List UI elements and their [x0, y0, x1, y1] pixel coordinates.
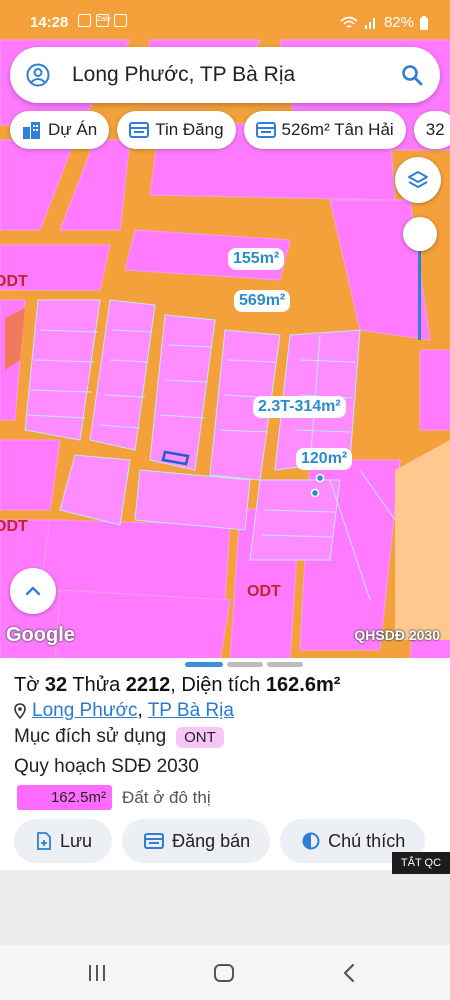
- land-use-purpose: Mục đích sử dụng ONT: [14, 726, 224, 748]
- ad-area: [0, 870, 450, 945]
- system-icons: 82%: [340, 14, 428, 31]
- status-bar: 14:28 Zalo 82%: [0, 0, 450, 46]
- parcel-area: 162.6m²: [265, 674, 341, 696]
- location-separator: ,: [137, 700, 143, 721]
- expand-panel-button[interactable]: [10, 568, 56, 614]
- title-prefix: Tờ: [14, 674, 40, 696]
- chevron-up-icon: [25, 586, 41, 596]
- back-icon[interactable]: [342, 963, 356, 983]
- parcel-area-label[interactable]: 155m²: [228, 248, 285, 270]
- list-icon: [129, 122, 150, 138]
- planning-label: Quy hoạch SDĐ 2030: [14, 756, 199, 777]
- gallery-icon: [78, 14, 91, 27]
- battery-percent: 82%: [383, 14, 414, 31]
- recents-icon[interactable]: [87, 964, 107, 982]
- chip-label: Dự Án: [48, 120, 98, 139]
- legend-swatch: 162.5m²: [17, 785, 112, 810]
- notification-icons: Zalo: [78, 14, 127, 27]
- save-label: Lưu: [60, 830, 93, 851]
- page-dot[interactable]: [267, 662, 303, 667]
- ward-link[interactable]: Long Phước: [32, 700, 137, 721]
- chip-more[interactable]: 32: [413, 111, 450, 149]
- purpose-code-badge: ONT: [176, 726, 224, 748]
- chip-label: 526m² Tân Hải: [281, 120, 394, 139]
- overlay-name: QHSDĐ 2030: [354, 627, 440, 643]
- parcel-location: Long Phước, TP Bà Rịa: [14, 700, 234, 722]
- opacity-slider-track[interactable]: [418, 240, 421, 340]
- chip-label: Tin Đăng: [155, 120, 224, 139]
- parcel-area-label[interactable]: 2.3T-314m²: [253, 396, 346, 418]
- zalo-icon: Zalo: [96, 14, 111, 27]
- legend-label: Chú thích: [328, 830, 406, 851]
- parcel-info-panel: Tờ 32 Thửa 2212, Diện tích 162.6m² Long …: [0, 658, 450, 870]
- layers-icon: [408, 171, 428, 188]
- zone-label: ODT: [0, 273, 28, 290]
- add-file-icon: [37, 832, 51, 850]
- parcel-number: 2212: [125, 674, 171, 696]
- chip-label: 32: [425, 120, 445, 139]
- chip-du-an[interactable]: Dự Án: [10, 111, 110, 149]
- hide-ads-button[interactable]: TẮT QC: [392, 852, 450, 874]
- post-sale-button[interactable]: Đăng bán: [122, 819, 271, 863]
- check-icon: [114, 14, 127, 27]
- status-time: 14:28: [30, 14, 69, 31]
- parcel-area-label[interactable]: 569m²: [234, 290, 291, 312]
- account-icon[interactable]: [26, 63, 50, 87]
- chip-saved-search[interactable]: 526m² Tân Hải: [243, 111, 406, 149]
- parcel-word: Thửa: [72, 674, 121, 696]
- sheet-number: 32: [44, 674, 68, 696]
- list-icon: [255, 122, 276, 138]
- filter-chips: Dự Án Tin Đăng 526m² Tân Hải 32: [10, 111, 450, 151]
- chip-tin-dang[interactable]: Tin Đăng: [117, 111, 236, 149]
- list-icon: [144, 833, 165, 849]
- zone-label: ODT: [247, 583, 281, 600]
- city-link[interactable]: TP Bà Rịa: [148, 700, 234, 721]
- wifi-icon: [340, 16, 358, 28]
- page-dot[interactable]: [185, 662, 223, 667]
- purpose-label: Mục đích sử dụng: [14, 726, 167, 747]
- search-bar[interactable]: Long Phước, TP Bà Rịa: [10, 47, 440, 103]
- battery-icon: [420, 15, 428, 30]
- parcel-area-label[interactable]: 120m²: [296, 448, 353, 470]
- action-buttons: Lưu Đăng bán Chú thích: [14, 819, 426, 863]
- signal-icon: [364, 17, 375, 29]
- building-icon: [23, 122, 40, 139]
- system-nav-bar: [0, 945, 450, 1000]
- parcel-title: Tờ 32 Thửa 2212, Diện tích 162.6m²: [14, 674, 340, 697]
- planning-legend: 162.5m² Đất ở đô thị: [17, 785, 211, 810]
- page-dot[interactable]: [227, 662, 263, 667]
- search-input[interactable]: Long Phước, TP Bà Rịa: [72, 63, 295, 87]
- post-sale-label: Đăng bán: [172, 830, 251, 851]
- legend-description: Đất ở đô thị: [122, 787, 211, 807]
- google-attribution: Google: [6, 624, 75, 646]
- contrast-icon: [302, 832, 320, 850]
- search-icon[interactable]: [400, 63, 424, 87]
- zone-label: ODT: [0, 518, 28, 535]
- area-word: , Diện tích: [170, 674, 261, 696]
- opacity-slider-handle[interactable]: [403, 217, 437, 251]
- location-pin-icon: [14, 703, 26, 719]
- page-indicator: [185, 662, 303, 667]
- save-button[interactable]: Lưu: [14, 819, 113, 863]
- home-icon[interactable]: [213, 963, 235, 983]
- layers-button[interactable]: [395, 157, 441, 203]
